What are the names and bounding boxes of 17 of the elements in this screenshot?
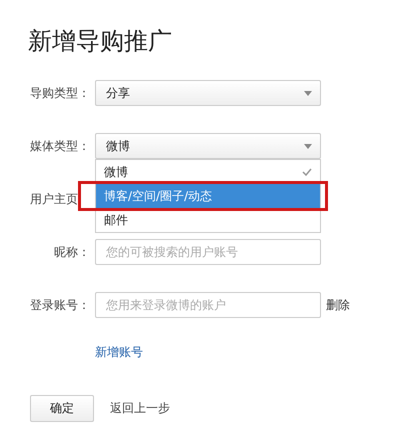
add-account-link[interactable]: 新增账号 (95, 344, 143, 361)
field-label: 昵称： (54, 244, 90, 260)
caret-icon (304, 90, 312, 96)
input-field[interactable]: 您用来登录微博的账户 (95, 292, 321, 318)
confirm-button[interactable]: 确定 (30, 395, 94, 422)
back-link[interactable]: 返回上一步 (110, 400, 170, 417)
field-label: 导购类型： (30, 84, 90, 102)
field-label: 媒体类型： (30, 138, 90, 154)
delete-link[interactable]: 删除 (326, 296, 406, 314)
caret-icon (304, 144, 312, 148)
input-field[interactable]: 您的可被搜索的用户账号 (95, 239, 321, 265)
select-field[interactable]: 微博 (95, 133, 321, 159)
page-title: 新增导购推广 (28, 26, 173, 57)
field-label: 用户主页 (30, 190, 78, 208)
select-field[interactable]: 分享 (95, 80, 321, 106)
field-label: 登录账号： (30, 296, 90, 314)
dropdown-option[interactable]: 博客/空间/圈子/动态 (96, 184, 320, 208)
